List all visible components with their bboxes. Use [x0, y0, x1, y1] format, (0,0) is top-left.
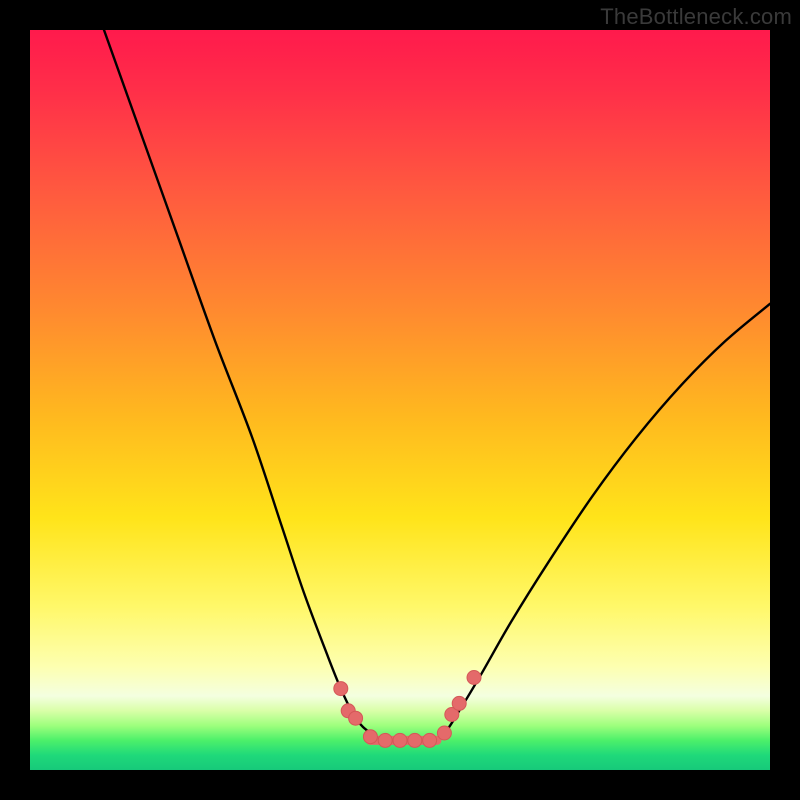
curve-marker: [378, 733, 392, 747]
bottleneck-curve-line: [104, 30, 770, 741]
curve-marker: [334, 682, 348, 696]
curve-marker: [423, 733, 437, 747]
curve-marker: [363, 730, 377, 744]
curve-marker: [393, 733, 407, 747]
plot-area: [30, 30, 770, 770]
watermark-text: TheBottleneck.com: [600, 4, 792, 30]
curve-marker: [437, 726, 451, 740]
curve-marker: [452, 696, 466, 710]
chart-frame: TheBottleneck.com: [0, 0, 800, 800]
curve-marker: [349, 711, 363, 725]
curve-marker: [408, 733, 422, 747]
curve-marker: [467, 671, 481, 685]
bottleneck-curve-svg: [30, 30, 770, 770]
curve-markers: [334, 671, 481, 748]
